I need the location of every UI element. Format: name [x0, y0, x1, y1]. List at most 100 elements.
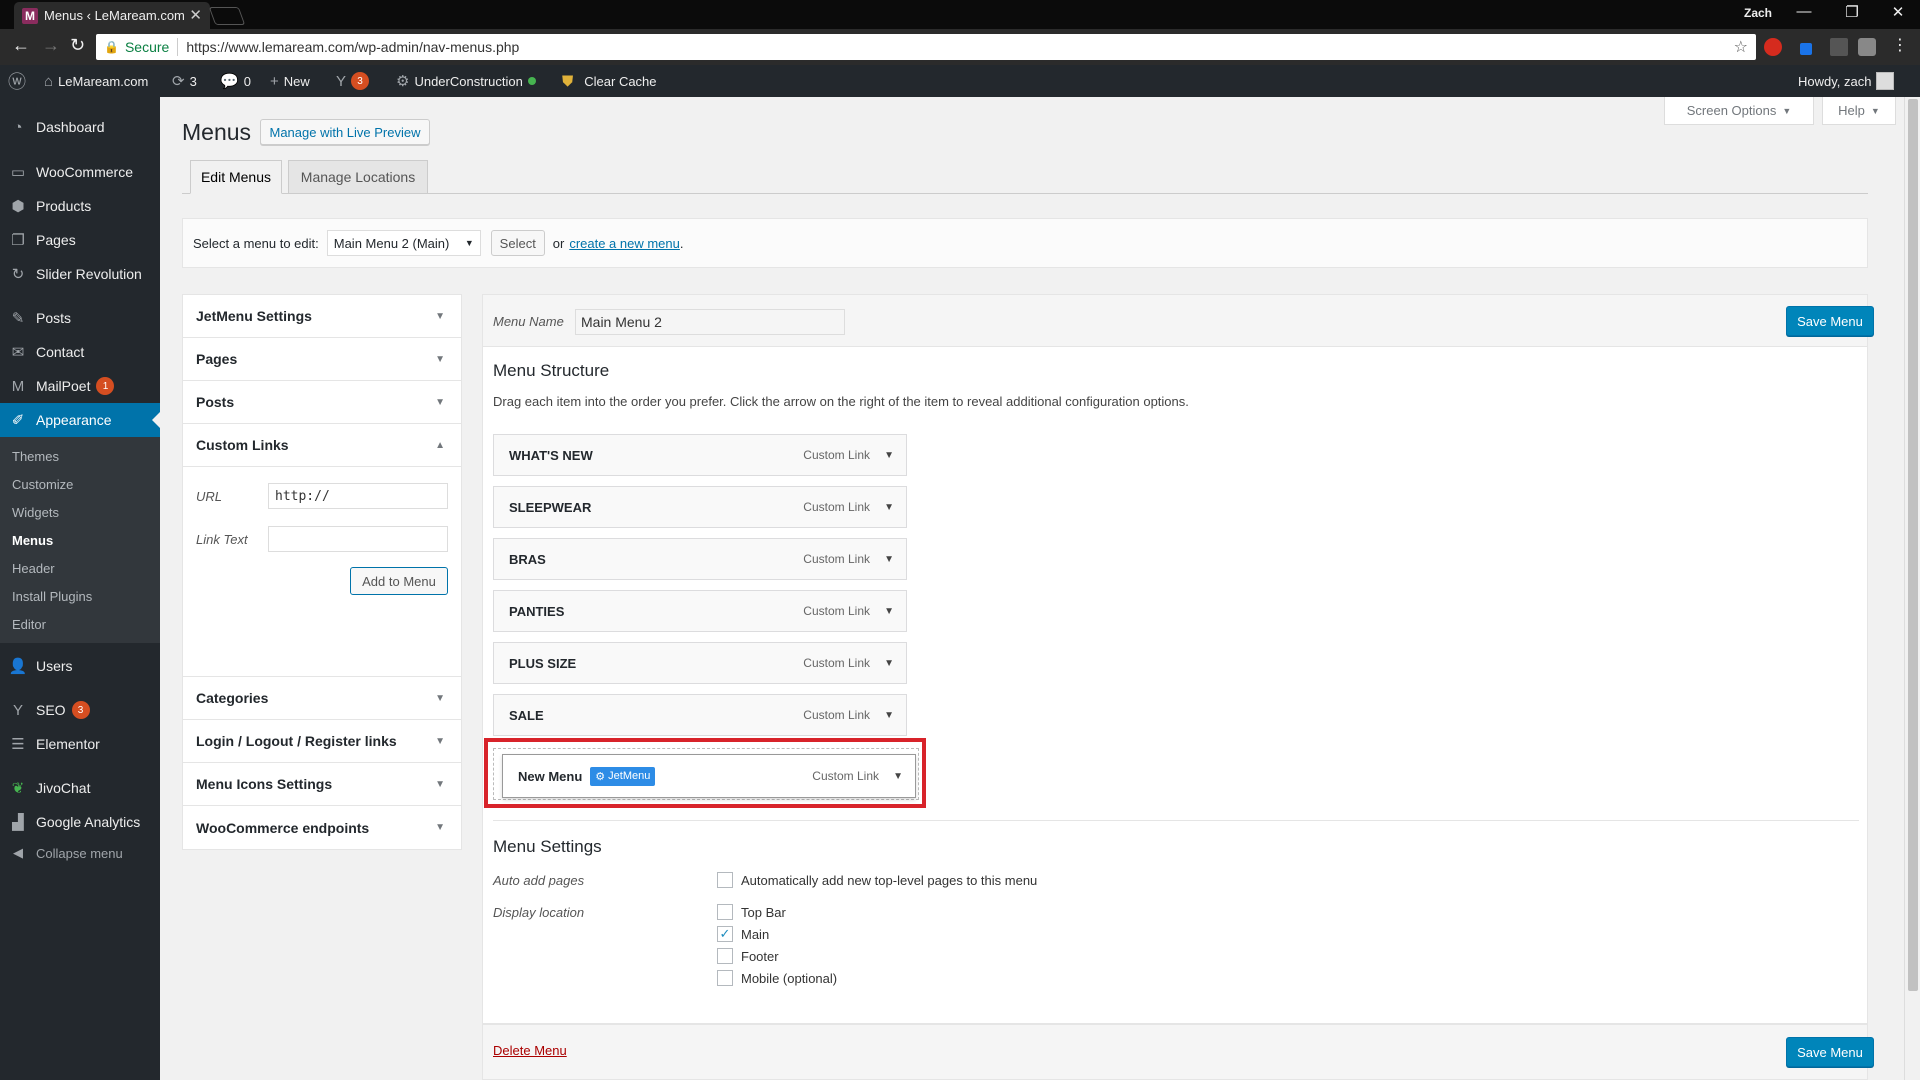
browser-tab[interactable]: M Menus ‹ LeMaream.com ✕ [14, 2, 210, 29]
accordion-woocommerce-endpoints[interactable]: WooCommerce endpoints ▼ [183, 806, 461, 849]
submenu-install-plugins[interactable]: Install Plugins [12, 589, 92, 604]
new-content-link[interactable]: + New [270, 65, 310, 97]
clear-cache-link[interactable]: ⛊ Clear Cache [562, 65, 657, 97]
wordpress-logo-icon[interactable]: ⓦ [8, 65, 26, 97]
submenu-widgets[interactable]: Widgets [12, 505, 59, 520]
location-footer-checkbox[interactable]: Footer [717, 948, 779, 964]
back-icon[interactable]: ← [12, 35, 30, 56]
custom-link-url-input[interactable]: http:// [268, 483, 448, 509]
sidebar-item-woocommerce[interactable]: ▭ WooCommerce [0, 155, 160, 189]
menu-item[interactable]: PLUS SIZE Custom Link ▼ [493, 642, 907, 684]
menu-name-input[interactable]: Main Menu 2 [575, 309, 845, 335]
menu-select-dropdown[interactable]: Main Menu 2 (Main) ▼ [326, 230, 481, 256]
bookmark-star-icon[interactable]: ☆ [1734, 37, 1748, 57]
chevron-down-icon[interactable]: ▼ [884, 658, 894, 669]
sidebar-item-appearance[interactable]: ✐ Appearance [0, 403, 160, 437]
delete-menu-link[interactable]: Delete Menu [493, 1043, 567, 1058]
checkbox-box[interactable] [717, 948, 733, 964]
updates-link[interactable]: ⟳ 3 [172, 65, 197, 97]
auto-add-checkbox[interactable]: Automatically add new top-level pages to… [717, 872, 1037, 888]
browser-address-bar: ← → ↻ 🔒 Secure https://www.lemaream.com/… [0, 29, 1920, 65]
site-name-link[interactable]: ⌂ LeMaream.com [44, 65, 148, 97]
submenu-menus[interactable]: Menus [12, 533, 53, 548]
checkmark-icon[interactable]: ✓ [717, 926, 733, 942]
save-menu-button-top[interactable]: Save Menu [1786, 306, 1874, 336]
create-new-menu-link[interactable]: create a new menu [569, 236, 680, 251]
sidebar-item-products[interactable]: ⬢ Products [0, 189, 160, 223]
my-account-link[interactable]: Howdy, zach [1798, 65, 1895, 97]
sidebar-item-google-analytics[interactable]: ▟ Google Analytics [0, 805, 160, 839]
flag-extension-icon[interactable] [1830, 38, 1848, 56]
accordion-menu-icons-settings[interactable]: Menu Icons Settings ▼ [183, 763, 461, 806]
menu-item[interactable]: SALE Custom Link ▼ [493, 694, 907, 736]
accordion-pages[interactable]: Pages ▼ [183, 338, 461, 381]
restore-icon[interactable]: ❐ [1832, 3, 1872, 21]
accordion-jetmenu-settings[interactable]: JetMenu Settings ▼ [183, 295, 461, 338]
submenu-themes[interactable]: Themes [12, 449, 59, 464]
accordion-login-logout-links[interactable]: Login / Logout / Register links ▼ [183, 720, 461, 763]
sidebar-item-slider-revolution[interactable]: ↻ Slider Revolution [0, 257, 160, 291]
location-top-bar-checkbox[interactable]: Top Bar [717, 904, 786, 920]
chevron-down-icon[interactable]: ▼ [884, 502, 894, 513]
checkbox-box[interactable] [717, 904, 733, 920]
chevron-down-icon[interactable]: ▼ [884, 606, 894, 617]
save-menu-button-bottom[interactable]: Save Menu [1786, 1037, 1874, 1067]
tab-manage-locations[interactable]: Manage Locations [288, 160, 428, 194]
chevron-down-icon[interactable]: ▼ [884, 710, 894, 721]
accordion-categories[interactable]: Categories ▼ [183, 677, 461, 720]
sidebar-item-elementor[interactable]: ☰ Elementor [0, 727, 160, 761]
location-main-checkbox[interactable]: ✓ Main [717, 926, 769, 942]
checkbox-box[interactable] [717, 872, 733, 888]
page-scrollbar[interactable] [1904, 97, 1920, 1080]
close-window-icon[interactable]: ✕ [1878, 3, 1918, 21]
avatar [1876, 72, 1895, 90]
live-preview-button[interactable]: Manage with Live Preview [260, 119, 430, 145]
yoast-link[interactable]: Y 3 [336, 65, 370, 97]
under-construction-link[interactable]: ⚙ UnderConstruction [396, 65, 536, 97]
submenu-customize[interactable]: Customize [12, 477, 73, 492]
browser-profile-name[interactable]: Zach [1744, 6, 1772, 20]
sidebar-item-contact[interactable]: ✉ Contact [0, 335, 160, 369]
menu-item[interactable]: BRAS Custom Link ▼ [493, 538, 907, 580]
forward-icon[interactable]: → [42, 35, 60, 56]
url-input[interactable]: 🔒 Secure https://www.lemaream.com/wp-adm… [96, 34, 1756, 60]
submenu-editor[interactable]: Editor [12, 617, 46, 632]
accordion-posts[interactable]: Posts ▼ [183, 381, 461, 424]
menu-item[interactable]: WHAT'S NEW Custom Link ▼ [493, 434, 907, 476]
scrollbar-thumb[interactable] [1908, 99, 1918, 991]
comments-link[interactable]: 💬 0 [220, 65, 251, 97]
sidebar-item-seo[interactable]: Y SEO 3 [0, 693, 160, 727]
tab-edit-menus[interactable]: Edit Menus [190, 160, 282, 194]
menu-item[interactable]: SLEEPWEAR Custom Link ▼ [493, 486, 907, 528]
new-tab-button[interactable] [208, 7, 246, 25]
chevron-down-icon[interactable]: ▼ [884, 450, 894, 461]
accordion-title: JetMenu Settings [196, 308, 312, 324]
pen-extension-icon[interactable] [1800, 43, 1812, 55]
submenu-header[interactable]: Header [12, 561, 55, 576]
custom-link-text-input[interactable] [268, 526, 448, 552]
accordion-custom-links[interactable]: Custom Links ▲ [183, 424, 461, 467]
close-tab-icon[interactable]: ✕ [189, 6, 202, 24]
sidebar-item-pages[interactable]: ❐ Pages [0, 223, 160, 257]
sidebar-item-posts[interactable]: ✎ Posts [0, 301, 160, 335]
collapse-menu-button[interactable]: ◀ Collapse menu [0, 845, 160, 861]
screen-options-button[interactable]: Screen Options ▼ [1664, 97, 1814, 125]
menu-item[interactable]: PANTIES Custom Link ▼ [493, 590, 907, 632]
camera-extension-icon[interactable] [1858, 38, 1876, 56]
help-button[interactable]: Help ▼ [1822, 97, 1896, 125]
browser-menu-icon[interactable]: ⋮ [1892, 35, 1908, 55]
checkbox-box[interactable] [717, 970, 733, 986]
add-to-menu-button[interactable]: Add to Menu [350, 567, 448, 595]
reload-icon[interactable]: ↻ [70, 35, 85, 56]
url-text: https://www.lemaream.com/wp-admin/nav-me… [186, 39, 520, 55]
sidebar-item-jivochat[interactable]: ❦ JivoChat [0, 771, 160, 805]
adblock-extension-icon[interactable] [1764, 38, 1782, 56]
sidebar-item-users[interactable]: 👤 Users [0, 649, 160, 683]
sidebar-item-dashboard[interactable]: ◔ Dashboard [0, 110, 160, 144]
location-mobile-checkbox[interactable]: Mobile (optional) [717, 970, 837, 986]
chevron-down-icon: ▼ [435, 396, 445, 408]
minimize-icon[interactable]: — [1784, 3, 1824, 20]
sidebar-item-mailpoet[interactable]: M MailPoet 1 [0, 369, 160, 403]
chevron-down-icon[interactable]: ▼ [884, 554, 894, 565]
select-button[interactable]: Select [490, 230, 545, 256]
